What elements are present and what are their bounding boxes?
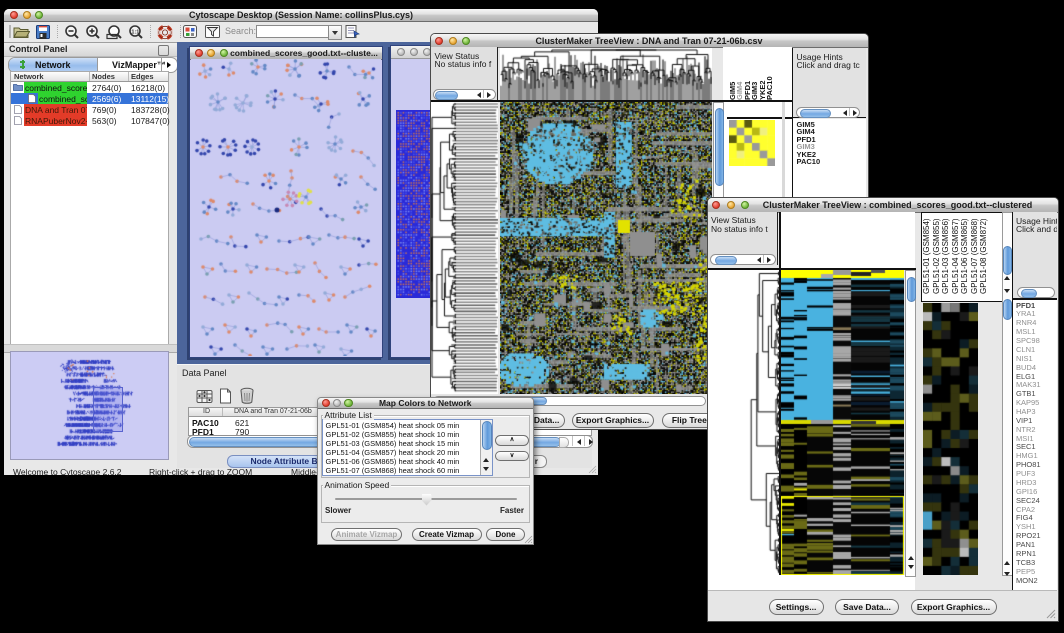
svg-text:1:1: 1:1 [131, 29, 139, 35]
